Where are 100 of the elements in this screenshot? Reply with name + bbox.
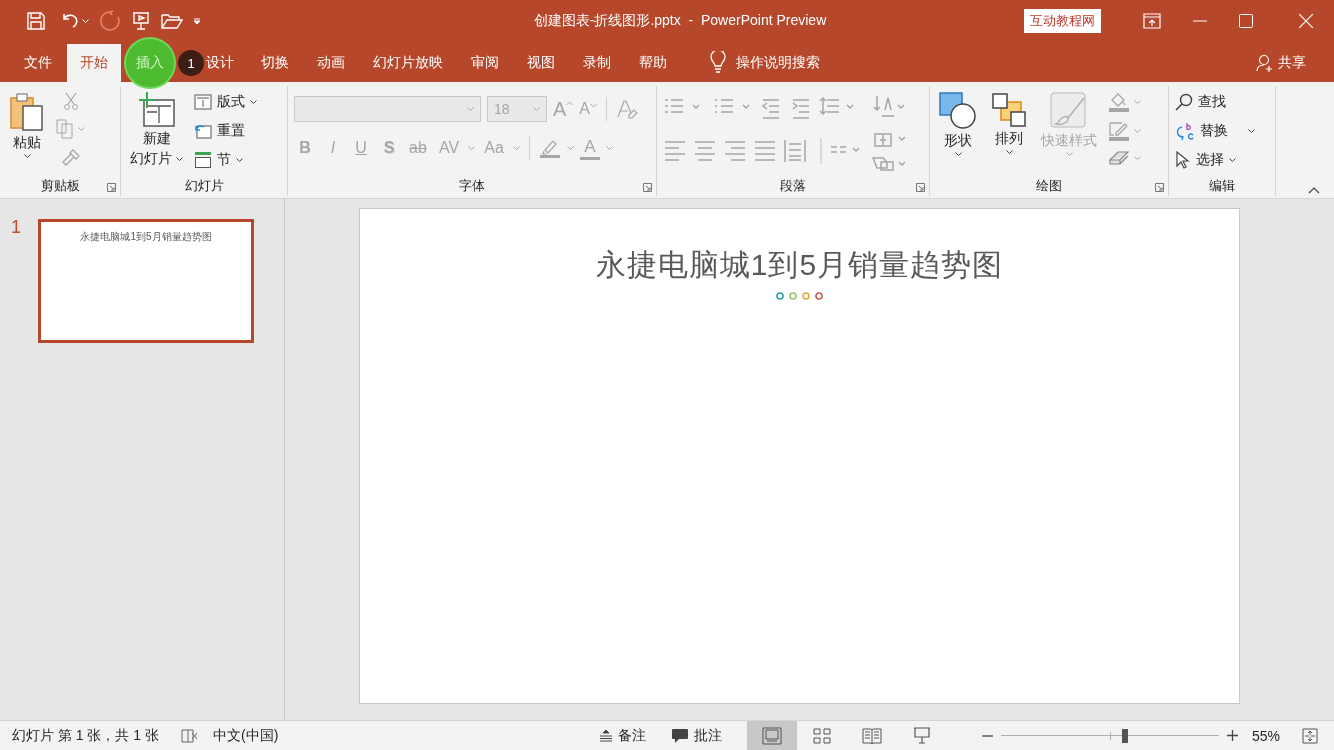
shapes-icon — [939, 92, 977, 130]
share-button[interactable]: 共享 — [1278, 44, 1306, 82]
person-add-icon — [1256, 54, 1274, 72]
zoom-in-icon[interactable] — [1227, 730, 1238, 741]
ribbon-display-icon[interactable] — [1143, 13, 1161, 29]
caret-icon — [1005, 150, 1013, 155]
caret-icon — [176, 156, 183, 162]
notes-icon — [599, 729, 613, 742]
clear-format-icon[interactable] — [616, 99, 638, 119]
replace-icon — [1175, 121, 1195, 141]
close-icon[interactable] — [1299, 14, 1313, 28]
caret-icon — [1248, 128, 1255, 134]
lightbulb-icon — [710, 51, 726, 73]
caret-icon — [236, 157, 243, 163]
ribbon-tab[interactable]: 录制 — [570, 44, 624, 82]
notes-button[interactable]: 备注 — [599, 726, 646, 745]
caret-icon — [468, 145, 475, 151]
brush-icon[interactable] — [60, 148, 81, 166]
group-label: 字体 — [459, 177, 485, 195]
ribbon-tab[interactable]: 帮助 — [626, 44, 680, 82]
book-icon — [862, 727, 882, 744]
find-button[interactable]: 查找 — [1175, 90, 1226, 114]
grid-icon — [813, 727, 831, 744]
caret-icon — [23, 154, 31, 159]
normal-view-icon — [762, 726, 782, 745]
caret-icon — [250, 99, 257, 105]
zoom-out-icon[interactable] — [982, 734, 993, 737]
caret-icon — [1065, 152, 1073, 157]
caret-icon — [590, 103, 597, 108]
layout-icon — [194, 94, 212, 110]
slide-number: 1 — [10, 218, 22, 236]
ribbon-tab[interactable]: 切换 — [248, 44, 302, 82]
section-icon — [194, 151, 212, 169]
group-label: 剪贴板 — [40, 177, 80, 195]
shapes-button[interactable]: 形状 — [936, 88, 980, 161]
new-slide-icon — [137, 92, 176, 128]
caret-icon — [533, 106, 540, 112]
comment-icon — [671, 727, 689, 744]
caret-icon — [954, 152, 962, 157]
presentation-icon[interactable] — [131, 11, 151, 31]
arrange-icon — [991, 92, 1027, 128]
ribbon-tab[interactable]: 幻灯片放映 — [360, 44, 456, 82]
comments-button[interactable]: 批注 — [671, 726, 722, 745]
redo-icon[interactable] — [99, 10, 121, 32]
group-label: 幻灯片 — [184, 177, 224, 195]
ribbon-tab[interactable]: 开始 — [67, 44, 121, 82]
caret-icon[interactable] — [82, 18, 89, 24]
tell-me-search[interactable]: 操作说明搜索 — [736, 44, 820, 82]
caret-icon — [606, 145, 613, 151]
undo-icon[interactable] — [60, 11, 80, 31]
dialog-launcher-icon[interactable] — [107, 183, 116, 192]
window-title: 创建图表-折线图形.pptx - PowerPoint Preview — [533, 12, 827, 30]
brush-icon — [1050, 92, 1088, 130]
caret-icon — [467, 106, 474, 112]
select-button[interactable]: 选择 — [1175, 148, 1236, 172]
thumbnail-title: 永捷电脑城1到5月销量趋势图 — [80, 230, 212, 244]
collapse-ribbon-icon[interactable] — [1308, 187, 1320, 194]
fit-slide-icon[interactable] — [1302, 727, 1318, 744]
arrange-button[interactable]: 排列 — [988, 88, 1030, 159]
slide-title[interactable]: 永捷电脑城1到5月销量趋势图 — [595, 245, 1004, 286]
folder-icon[interactable] — [161, 12, 183, 30]
caret-icon — [1134, 99, 1141, 105]
presentation-icon — [913, 726, 931, 745]
save-icon[interactable] — [26, 11, 46, 31]
step-badge: 1 — [178, 50, 204, 76]
group-label: 编辑 — [1209, 177, 1235, 195]
customize-icon[interactable] — [193, 17, 201, 25]
section-button[interactable]: 节 — [194, 148, 243, 172]
site-badge: 互动教程网 — [1024, 9, 1101, 33]
ribbon-tab[interactable]: 动画 — [304, 44, 358, 82]
ribbon-tab[interactable]: 设计 — [204, 44, 246, 82]
language-indicator[interactable]: 中文(中国) — [213, 726, 279, 745]
search-icon — [1175, 93, 1193, 111]
highlighter-icon[interactable] — [539, 138, 561, 158]
group-label: 段落 — [780, 177, 806, 195]
group-label: 绘图 — [1036, 177, 1062, 195]
paste-button[interactable]: 粘贴 — [6, 88, 48, 163]
reset-icon — [194, 123, 212, 139]
ribbon-tab[interactable]: 视图 — [514, 44, 568, 82]
scissors-icon[interactable] — [62, 92, 79, 110]
slider-thumb[interactable] — [1122, 728, 1129, 743]
slide-thumbnail[interactable]: 永捷电脑城1到5月销量趋势图 — [38, 219, 254, 343]
caret-icon — [1134, 128, 1141, 134]
layout-button[interactable]: 版式 — [194, 90, 257, 114]
pencil-icon[interactable] — [1108, 121, 1130, 141]
replace-button[interactable]: 替换 — [1175, 119, 1255, 143]
eraser-icon[interactable] — [1108, 150, 1130, 166]
new-slide-button[interactable]: 新建 幻灯片 — [127, 88, 186, 172]
dialog-launcher-icon[interactable] — [1155, 183, 1164, 192]
caret-icon — [513, 145, 520, 151]
book-check-icon[interactable] — [181, 727, 200, 744]
ribbon-tab[interactable]: 文件 — [11, 44, 65, 82]
zoom-level[interactable]: 55% — [1252, 727, 1292, 744]
caret-icon — [1134, 155, 1141, 161]
reset-button[interactable]: 重置 — [194, 119, 245, 143]
pointer-icon — [1175, 151, 1191, 169]
caret-up-icon — [566, 100, 574, 106]
maximize-icon[interactable] — [1239, 14, 1253, 28]
fill-bucket-icon[interactable] — [1108, 92, 1130, 112]
ribbon-tab[interactable]: 审阅 — [458, 44, 512, 82]
